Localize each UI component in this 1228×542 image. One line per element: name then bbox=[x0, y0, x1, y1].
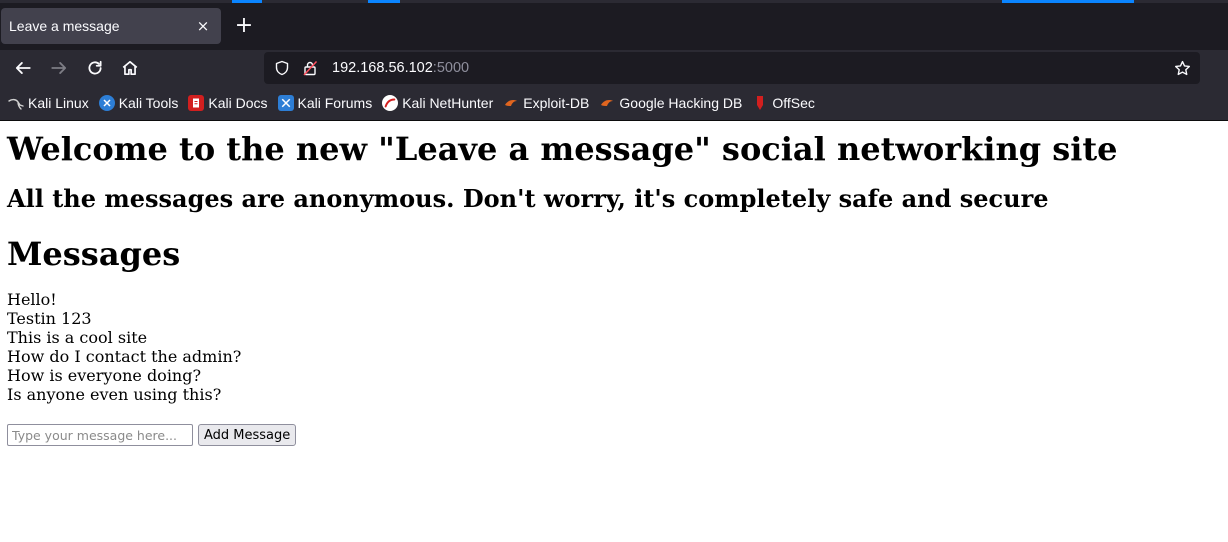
kali-forums-icon bbox=[277, 95, 294, 111]
bookmark-label: Kali Linux bbox=[28, 95, 89, 111]
page-content: Welcome to the new "Leave a message" soc… bbox=[0, 129, 1228, 446]
reload-button[interactable] bbox=[83, 56, 107, 80]
back-arrow-icon bbox=[15, 62, 31, 74]
nav-toolbar: 192.168.56.102:5000 bbox=[0, 50, 1228, 86]
message-list: Hello! Testin 123 This is a cool site Ho… bbox=[7, 290, 1221, 404]
messages-heading: Messages bbox=[7, 235, 181, 273]
bookmark-label: Google Hacking DB bbox=[619, 95, 743, 111]
bookmarks-toolbar: Kali Linux Kali Tools Kali Docs Kali For… bbox=[0, 86, 1228, 121]
list-item: Hello! bbox=[7, 290, 57, 309]
list-item: How do I contact the admin? bbox=[7, 347, 242, 366]
bookmark-google-hacking-db[interactable]: Google Hacking DB bbox=[599, 95, 742, 111]
message-input[interactable] bbox=[7, 424, 193, 446]
insecure-lock-icon[interactable] bbox=[298, 56, 322, 80]
bookmark-label: Kali Tools bbox=[118, 95, 179, 111]
ghdb-icon bbox=[599, 95, 615, 111]
bookmark-exploit-db[interactable]: Exploit-DB bbox=[503, 95, 589, 111]
tab-close-icon[interactable]: × bbox=[193, 17, 213, 35]
message-form: Add Message bbox=[7, 424, 1221, 446]
kali-docs-icon bbox=[188, 95, 205, 111]
list-item: Testin 123 bbox=[7, 309, 92, 328]
nethunter-icon bbox=[382, 95, 399, 111]
bookmark-label: Exploit-DB bbox=[523, 95, 590, 111]
kali-tools-icon bbox=[98, 95, 115, 111]
forward-button[interactable] bbox=[47, 56, 71, 80]
address-bar[interactable]: 192.168.56.102:5000 bbox=[264, 52, 1200, 84]
home-icon bbox=[122, 60, 138, 76]
bookmark-star-icon[interactable] bbox=[1170, 56, 1194, 80]
offsec-icon bbox=[752, 95, 768, 111]
tab-title: Leave a message bbox=[9, 18, 120, 34]
url-host: 192.168.56.102 bbox=[332, 60, 433, 76]
forward-arrow-icon bbox=[51, 62, 67, 74]
back-button[interactable] bbox=[11, 56, 35, 80]
bookmark-label: Kali NetHunter bbox=[402, 95, 494, 111]
bookmark-label: Kali Docs bbox=[208, 95, 268, 111]
tracking-shield-icon[interactable] bbox=[270, 56, 294, 80]
reload-icon bbox=[88, 60, 102, 75]
bookmark-label: OffSec bbox=[772, 95, 815, 111]
new-tab-button[interactable]: + bbox=[232, 13, 256, 39]
kali-dragon-icon bbox=[8, 95, 24, 111]
page-title: Welcome to the new "Leave a message" soc… bbox=[7, 130, 1118, 168]
taskbar-strip bbox=[0, 0, 1228, 3]
exploit-db-icon bbox=[503, 95, 519, 111]
bookmark-kali-tools[interactable]: Kali Tools bbox=[98, 95, 179, 111]
home-button[interactable] bbox=[118, 56, 142, 80]
bookmark-kali-linux[interactable]: Kali Linux bbox=[8, 95, 89, 111]
page-subtitle: All the messages are anonymous. Don't wo… bbox=[7, 184, 1049, 213]
bookmark-kali-forums[interactable]: Kali Forums bbox=[277, 95, 373, 111]
tab-active[interactable]: Leave a message × bbox=[1, 8, 221, 44]
url-port: :5000 bbox=[432, 60, 470, 76]
list-item: How is everyone doing? bbox=[7, 366, 202, 385]
browser-chrome: Leave a message × + 192.168.56.102:5000 bbox=[0, 0, 1228, 121]
bookmark-kali-nethunter[interactable]: Kali NetHunter bbox=[382, 95, 493, 111]
bookmark-offsec[interactable]: OffSec bbox=[752, 95, 815, 111]
tab-strip: Leave a message × + bbox=[0, 0, 1228, 50]
add-message-button[interactable]: Add Message bbox=[198, 424, 297, 446]
list-item: This is a cool site bbox=[7, 328, 148, 347]
bookmark-kali-docs[interactable]: Kali Docs bbox=[188, 95, 268, 111]
list-item: Is anyone even using this? bbox=[7, 385, 222, 404]
bookmark-label: Kali Forums bbox=[297, 95, 373, 111]
